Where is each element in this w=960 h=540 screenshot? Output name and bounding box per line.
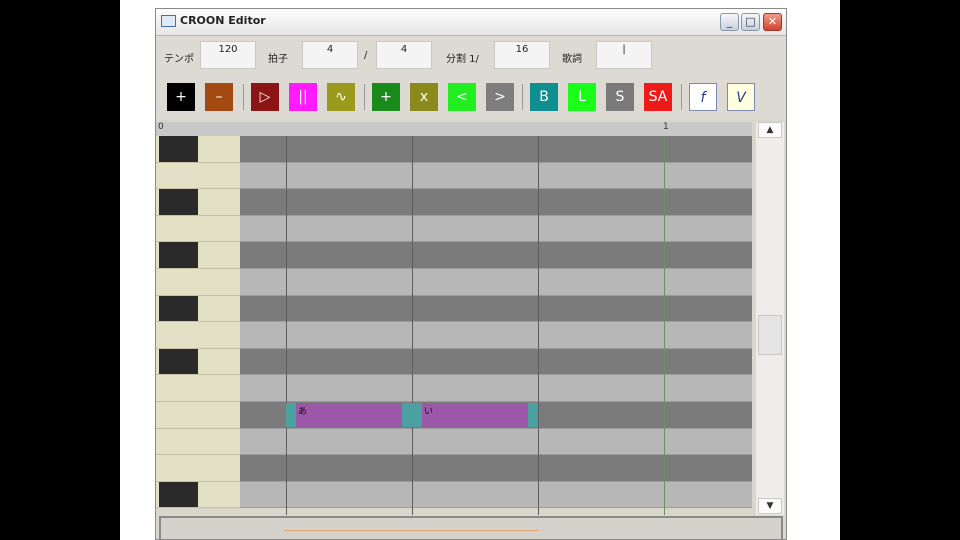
grid-row[interactable] <box>240 269 752 296</box>
piano-roll: 0 1 あい ▲ ▼ <box>156 122 786 515</box>
window-title: CROON Editor <box>180 14 266 27</box>
piano-black-key[interactable] <box>156 295 240 323</box>
piano-white-key[interactable] <box>156 375 240 402</box>
beat-numerator-input[interactable]: 4 <box>302 41 358 69</box>
scroll-up-icon[interactable]: ▲ <box>758 122 782 138</box>
beat-denominator-input[interactable]: 4 <box>376 41 432 69</box>
beat-label: 拍子 <box>268 54 288 65</box>
sa-tool-button[interactable]: SA <box>644 83 672 111</box>
bar-line <box>664 136 665 515</box>
piano-white-key[interactable] <box>156 428 240 456</box>
grid-row[interactable] <box>240 136 752 163</box>
beat-line <box>412 136 413 515</box>
croon-editor-window: CROON Editor _ □ ✕ テンポ 120 拍子 4 / 4 分割 1… <box>155 8 787 540</box>
minimize-icon[interactable]: _ <box>720 13 739 31</box>
piano-black-key[interactable] <box>156 348 240 376</box>
ruler-bar-mark: 1 <box>663 122 669 132</box>
v-tool-button[interactable]: V <box>727 83 755 111</box>
piano-black-key[interactable] <box>156 136 240 163</box>
lyric-label: 歌詞 <box>562 54 582 65</box>
piano-keyboard[interactable] <box>156 136 240 515</box>
grid-row[interactable] <box>240 295 752 323</box>
tempo-input[interactable]: 120 <box>200 41 256 69</box>
note-block[interactable]: い <box>412 403 538 427</box>
grid-row[interactable] <box>240 428 752 456</box>
grid-row[interactable] <box>240 348 752 376</box>
grid-row[interactable] <box>240 242 752 269</box>
add-note-tool-button[interactable]: + <box>167 83 195 111</box>
tool-palette: + – ▷ || ∿ + x < > B L S SA f V <box>156 76 786 120</box>
note-lyric: い <box>424 407 434 417</box>
note-end-handle[interactable] <box>528 403 538 427</box>
division-input[interactable]: 16 <box>494 41 550 69</box>
cross-tool-button[interactable]: + <box>372 83 400 111</box>
grid-row[interactable] <box>240 455 752 482</box>
timeline-ruler[interactable]: 0 1 <box>156 122 752 136</box>
piano-white-key[interactable] <box>156 215 240 243</box>
note-grid[interactable]: あい <box>240 136 752 515</box>
division-label: 分割 1/ <box>446 54 479 65</box>
toolbar-separator <box>364 84 365 110</box>
maximize-icon[interactable]: □ <box>741 13 760 31</box>
grid-row[interactable] <box>240 375 752 402</box>
piano-white-key[interactable] <box>156 455 240 482</box>
x-tool-button[interactable]: x <box>410 83 438 111</box>
beat-slash: / <box>364 50 368 61</box>
piano-white-key[interactable] <box>156 402 240 429</box>
grid-row[interactable] <box>240 322 752 349</box>
grid-row[interactable] <box>240 215 752 243</box>
grid-row[interactable] <box>240 481 752 509</box>
grid-row[interactable] <box>240 189 752 216</box>
piano-black-key[interactable] <box>156 189 240 216</box>
note-block[interactable]: あ <box>286 403 412 427</box>
toolbar-separator <box>681 84 682 110</box>
piano-white-key[interactable] <box>156 269 240 296</box>
piano-white-key[interactable] <box>156 322 240 349</box>
ruler-start-mark: 0 <box>158 122 164 132</box>
piano-white-key[interactable] <box>156 162 240 190</box>
grid-row[interactable] <box>240 162 752 190</box>
close-icon[interactable]: ✕ <box>763 13 782 31</box>
scroll-down-icon[interactable]: ▼ <box>758 498 782 514</box>
l-tool-button[interactable]: L <box>568 83 596 111</box>
title-bar[interactable]: CROON Editor _ □ ✕ <box>156 9 786 36</box>
rest-tool-button[interactable]: – <box>205 83 233 111</box>
b-tool-button[interactable]: B <box>530 83 558 111</box>
parameter-panel[interactable] <box>159 516 783 539</box>
note-lyric: あ <box>298 407 308 417</box>
toolbar-separator <box>522 84 523 110</box>
decrescendo-tool-button[interactable]: > <box>486 83 514 111</box>
s-tool-button[interactable]: S <box>606 83 634 111</box>
accent-tool-button[interactable]: ▷ <box>251 83 279 111</box>
app-window-icon <box>161 15 176 27</box>
tempo-label: テンポ <box>164 54 194 65</box>
vibrato-tool-button[interactable]: ∿ <box>327 83 355 111</box>
beat-line <box>286 136 287 515</box>
vertical-scrollbar[interactable]: ▲ ▼ <box>756 122 784 515</box>
forte-tool-button[interactable]: f <box>689 83 717 111</box>
piano-black-key[interactable] <box>156 242 240 269</box>
parameter-curve <box>284 530 539 531</box>
note-start-handle[interactable] <box>286 403 296 427</box>
piano-black-key[interactable] <box>156 481 240 509</box>
settings-bar: テンポ 120 拍子 4 / 4 分割 1/ 16 歌詞 | <box>156 36 786 76</box>
lyric-input[interactable]: | <box>596 41 652 69</box>
note-end-handle[interactable] <box>402 403 412 427</box>
beat-line <box>538 136 539 515</box>
note-start-handle[interactable] <box>412 403 422 427</box>
toolbar-separator <box>243 84 244 110</box>
pause-tool-button[interactable]: || <box>289 83 317 111</box>
crescendo-tool-button[interactable]: < <box>448 83 476 111</box>
scroll-thumb[interactable] <box>758 315 782 355</box>
